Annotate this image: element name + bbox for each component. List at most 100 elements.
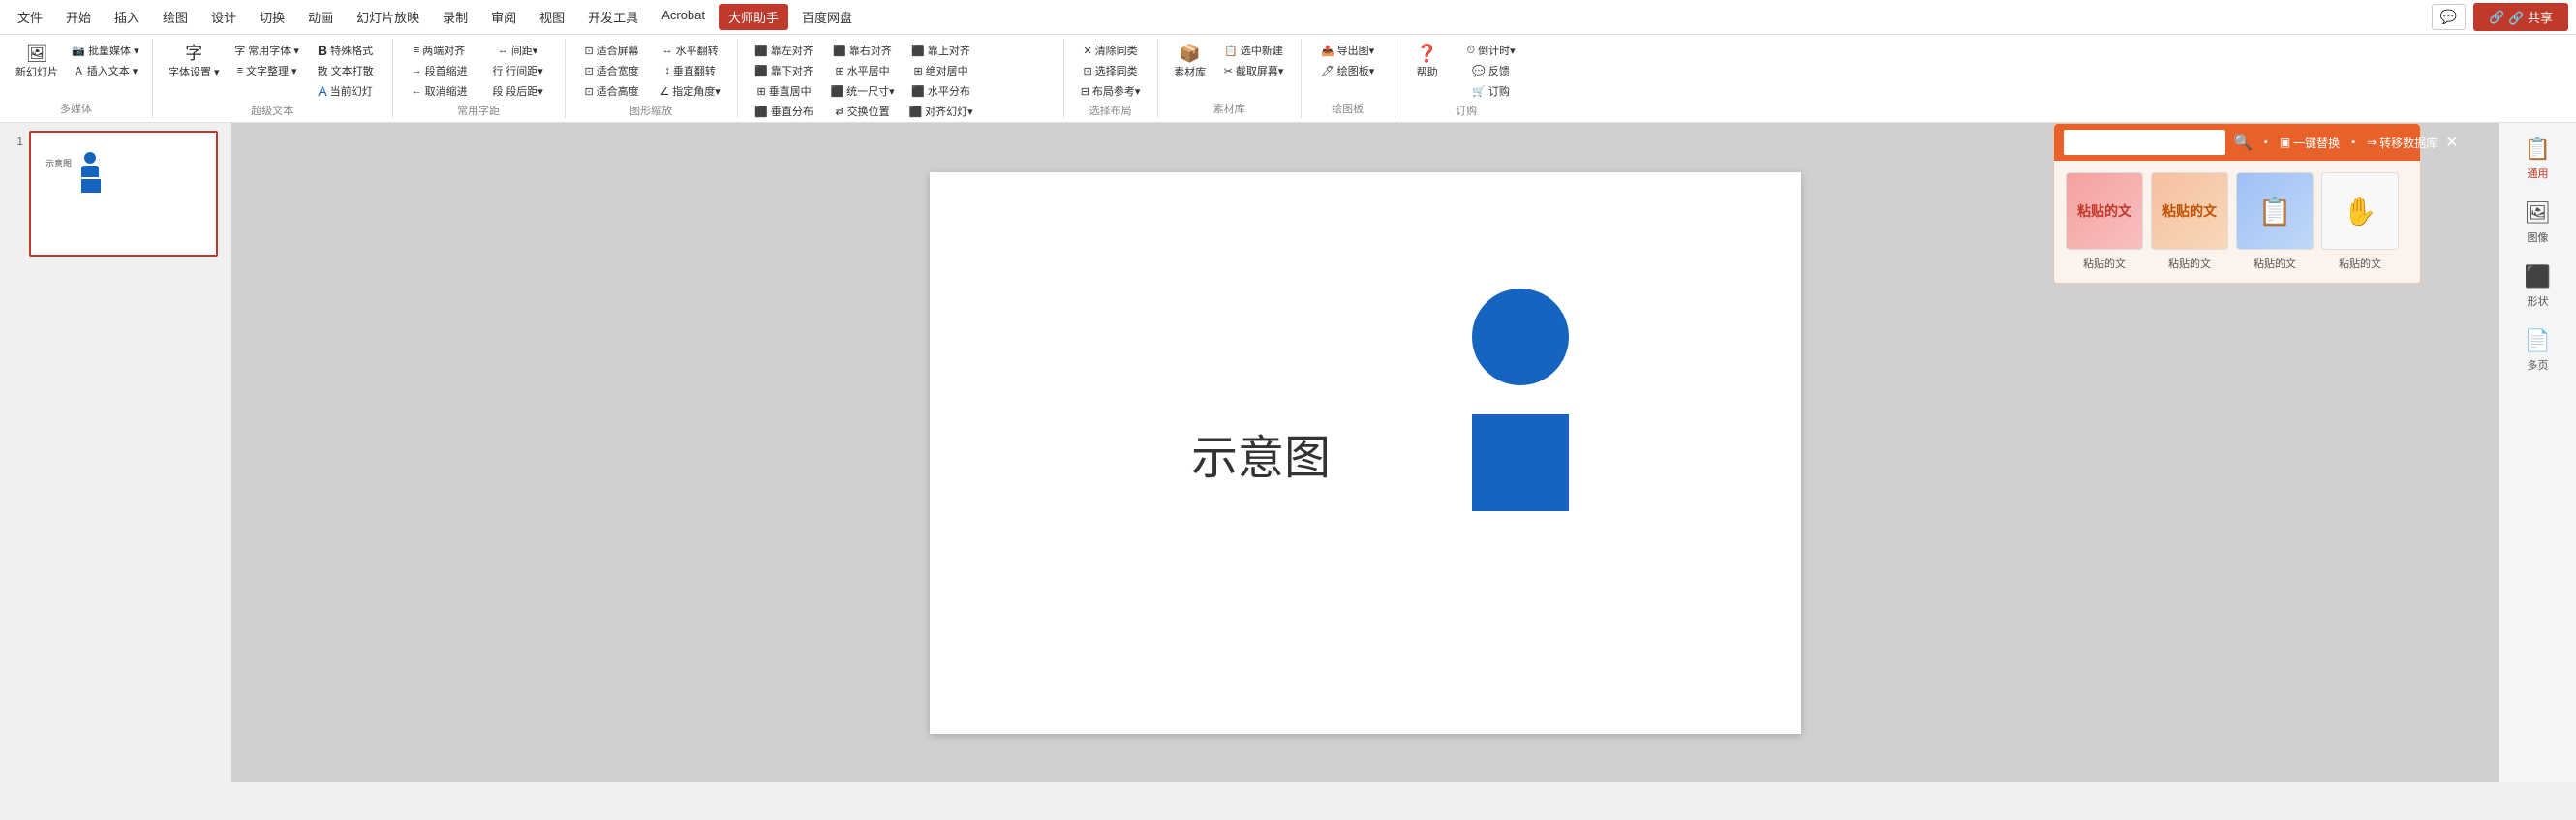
justify-btn[interactable]: ≡ 两端对齐	[401, 41, 478, 60]
share-button[interactable]: 🔗 🔗 共享	[2473, 3, 2568, 31]
multimedia-label: 多媒体	[8, 99, 144, 116]
spacing-btn[interactable]: ↔ 间距▾	[479, 41, 557, 60]
font-settings-btn[interactable]: 字 字体设置 ▾	[161, 41, 228, 83]
slide-canvas[interactable]: 示意图	[930, 172, 1801, 734]
same-size-btn[interactable]: ⬛ 统一尺寸▾	[824, 81, 902, 101]
ribbon-group-purchase: ❓ 帮助 ⏱ 倒计时▾ 💬 反馈 🛒 订购	[1395, 39, 1538, 118]
common-font-icon: 字	[234, 43, 245, 58]
menu-view[interactable]: 视图	[530, 4, 574, 30]
sidebar-item-image[interactable]: 🖼 图像	[2504, 195, 2572, 251]
clipboard-preview-4: ✋	[2321, 172, 2399, 250]
sidebar-item-shape[interactable]: ⬛ 形状	[2504, 258, 2572, 315]
unindent-btn[interactable]: ← 取消缩进	[401, 81, 478, 101]
dist-v-btn[interactable]: ⬛ 垂直分布	[746, 102, 823, 121]
clipboard-preview-1: 粘贴的文	[2066, 172, 2143, 250]
text-scatter-btn[interactable]: 散 文本打散	[307, 61, 384, 80]
clipboard-preview-2: 粘贴的文	[2151, 172, 2228, 250]
menu-animation[interactable]: 动画	[298, 4, 343, 30]
menu-dashi[interactable]: 大师助手	[719, 4, 788, 30]
fit-screen-icon: ⊡	[584, 45, 593, 57]
clipboard-close-button[interactable]: ✕	[2445, 133, 2458, 152]
menu-devtools[interactable]: 开发工具	[578, 4, 648, 30]
export-img-btn[interactable]: 📤 导出图▾	[1309, 41, 1387, 60]
new-slide-label: 新幻灯片	[15, 64, 58, 79]
sidebar-item-common[interactable]: 📋 通用	[2504, 131, 2572, 187]
assets-lib-btn[interactable]: 📦 素材库	[1166, 41, 1214, 83]
screenshot-btn[interactable]: ✂ 截取屏幕▾	[1215, 61, 1293, 80]
drawing-board-btn[interactable]: 🖊 绘图板▾	[1309, 61, 1387, 80]
insert-text-btn[interactable]: Ａ 插入文本 ▾	[67, 61, 144, 80]
feedback-btn[interactable]: 💬 反馈	[1453, 61, 1530, 80]
sidebar-item-multipage[interactable]: 📄 多页	[2504, 322, 2572, 379]
align-left-btn[interactable]: ⬛ 靠左对齐	[746, 41, 823, 60]
subscribe-icon: 🛒	[1472, 85, 1486, 98]
menu-draw[interactable]: 绘图	[153, 4, 198, 30]
fit-screen-btn[interactable]: ⊡ 适合屏幕	[573, 41, 651, 60]
menu-insert[interactable]: 插入	[105, 4, 149, 30]
flip-h-icon: ↔	[662, 45, 673, 56]
subscribe-btn[interactable]: 🛒 订购	[1453, 81, 1530, 101]
flip-h-btn[interactable]: ↔ 水平翻转	[652, 41, 729, 60]
clipboard-item-3[interactable]: 📋 粘贴的文	[2236, 172, 2314, 271]
new-slide-btn[interactable]: 🖼 新幻灯片	[8, 41, 66, 83]
menu-baidu[interactable]: 百度网盘	[792, 4, 862, 30]
para-spacing-btn[interactable]: 段 段后距▾	[479, 81, 557, 101]
bold-b-icon: B	[318, 43, 327, 58]
select-new-btn[interactable]: 📋 选中新建	[1215, 41, 1293, 60]
flip-v-btn[interactable]: ↕ 垂直翻转	[652, 61, 729, 80]
center-abs-btn[interactable]: ⊞ 绝对居中	[903, 61, 980, 80]
countdown-btn[interactable]: ⏱ 倒计时▾	[1453, 41, 1530, 60]
clipboard-replace-button[interactable]: ▣ 一键替换	[2280, 135, 2340, 151]
chat-button[interactable]: 💬	[2432, 4, 2466, 30]
line-spacing-btn[interactable]: 行 行间距▾	[479, 61, 557, 80]
clipboard-item-4[interactable]: ✋ 粘贴的文	[2321, 172, 2399, 271]
canvas-square[interactable]	[1472, 414, 1569, 511]
dist-h-btn[interactable]: ⬛ 水平分布	[903, 81, 980, 101]
menu-record[interactable]: 录制	[433, 4, 477, 30]
text-organize-icon: ≡	[237, 65, 243, 76]
help-btn[interactable]: ❓ 帮助	[1403, 41, 1452, 83]
canvas-circle[interactable]	[1472, 289, 1569, 385]
clipboard-search-input[interactable]	[2064, 130, 2225, 155]
select-same-btn[interactable]: ⊡ 选择同类	[1072, 61, 1150, 80]
menu-start[interactable]: 开始	[56, 4, 101, 30]
swap-pos-btn[interactable]: ⇄ 交换位置	[824, 102, 902, 121]
menu-switch[interactable]: 切换	[250, 4, 294, 30]
clipboard-item-1[interactable]: 粘贴的文 粘贴的文	[2066, 172, 2143, 271]
current-slide-btn[interactable]: A 当前幻灯	[307, 81, 384, 101]
align-bottom-btn[interactable]: ⬛ 靠下对齐	[746, 61, 823, 80]
slide-thumb[interactable]: 示意图	[29, 131, 218, 257]
menu-acrobat[interactable]: Acrobat	[652, 4, 715, 30]
align-right-btn[interactable]: ⬛ 靠右对齐	[824, 41, 902, 60]
clear-same-btn[interactable]: ✕ 清除同类	[1072, 41, 1150, 60]
align-slide-btn[interactable]: ⬛ 对齐幻灯▾	[903, 102, 980, 121]
fit-width-icon: ⊡	[584, 65, 593, 77]
special-format-btn[interactable]: B 特殊格式	[307, 41, 384, 60]
center-h-btn[interactable]: ⊞ 水平居中	[824, 61, 902, 80]
rotate-btn[interactable]: ∠ 指定角度▾	[652, 81, 729, 101]
menu-slideshow[interactable]: 幻灯片放映	[347, 4, 429, 30]
new-slide-icon: 🖼	[26, 45, 48, 62]
center-v-btn[interactable]: ⊞ 垂直居中	[746, 81, 823, 101]
feedback-label: 反馈	[1488, 63, 1510, 78]
text-organize-btn[interactable]: ≡ 文字整理 ▾	[229, 61, 306, 80]
clipboard-transfer-button[interactable]: ⇒ 转移数据库	[2367, 135, 2438, 151]
supertext-label: 超级文本	[161, 101, 384, 118]
batch-media-btn[interactable]: 📷 批量媒体 ▾	[67, 41, 144, 60]
supertext-buttons: 字 字体设置 ▾ 字 常用字体 ▾ ≡ 文字整理 ▾	[161, 41, 384, 101]
fit-width-btn[interactable]: ⊡ 适合宽度	[573, 61, 651, 80]
menu-design[interactable]: 设计	[201, 4, 246, 30]
image-icon: 🖼	[2525, 200, 2552, 226]
insert-text-label: 插入文本 ▾	[87, 63, 138, 78]
clipboard-preview-text-1: 粘贴的文	[2077, 201, 2131, 221]
menu-review[interactable]: 审阅	[481, 4, 526, 30]
indent-btn[interactable]: → 段首缩进	[401, 61, 478, 80]
align-top-btn[interactable]: ⬛ 靠上对齐	[903, 41, 980, 60]
layout-ref-btn[interactable]: ⊟ 布局参考▾	[1072, 81, 1150, 101]
fit-height-btn[interactable]: ⊡ 适合高度	[573, 81, 651, 101]
dist-h-icon: ⬛	[911, 85, 925, 98]
clipboard-search-button[interactable]: 🔍	[2233, 133, 2253, 152]
common-font-btn[interactable]: 字 常用字体 ▾	[229, 41, 306, 60]
menu-file[interactable]: 文件	[8, 4, 52, 30]
clipboard-item-2[interactable]: 粘贴的文 粘贴的文	[2151, 172, 2228, 271]
